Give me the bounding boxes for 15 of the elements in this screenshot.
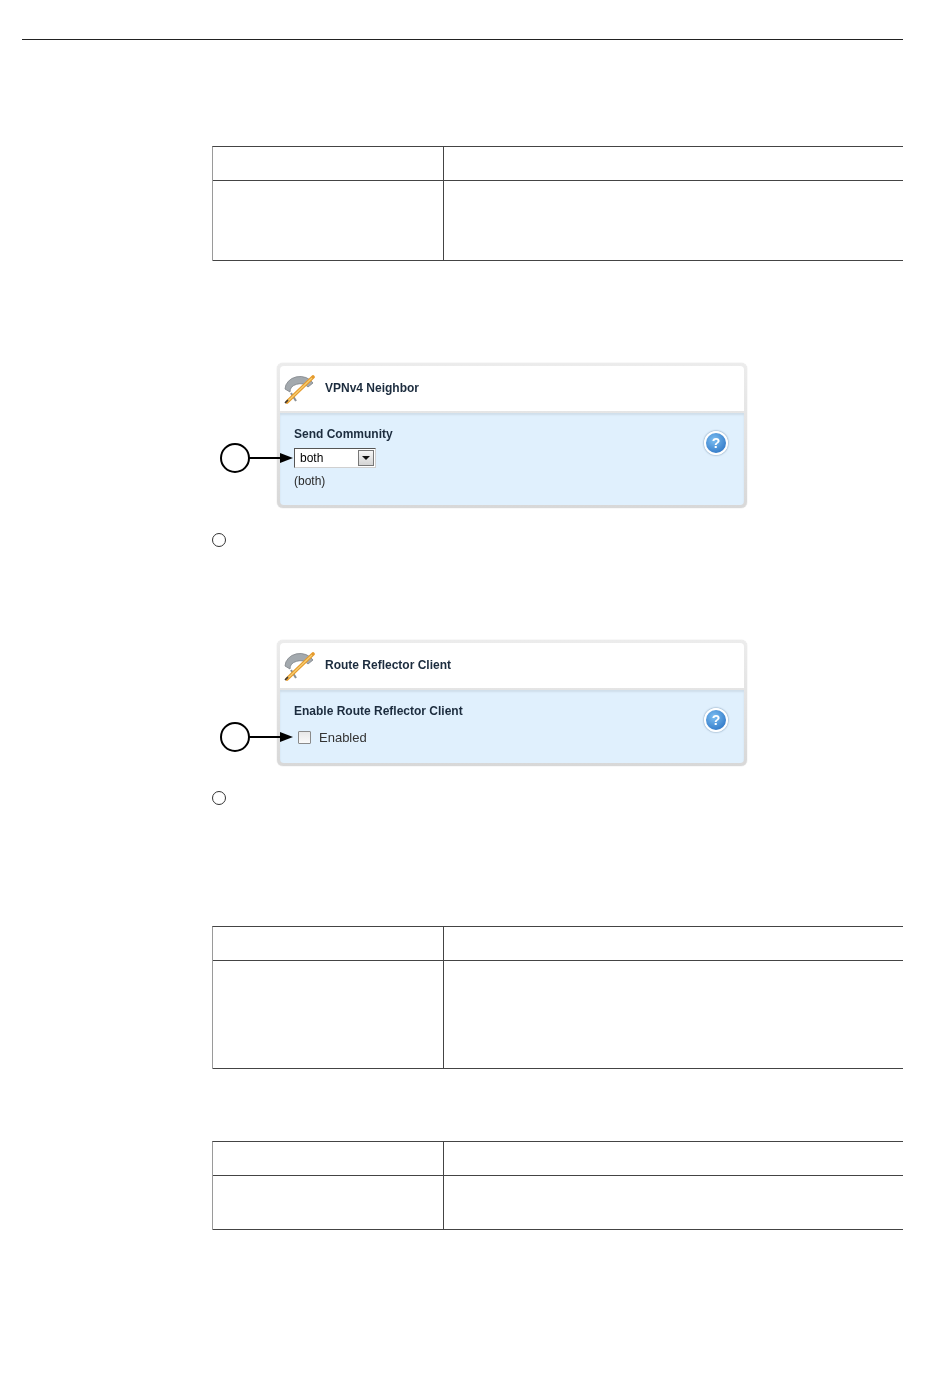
checkbox-label: Enabled [319, 729, 367, 745]
field-label: Enable Route Reflector Client [294, 704, 463, 719]
field-hint: (both) [294, 474, 326, 489]
caret-down-icon [358, 450, 374, 466]
help-button[interactable]: ? [704, 431, 728, 455]
select-dropdown[interactable]: both [294, 448, 376, 468]
panel-title: VPNv4 Neighbor [325, 381, 420, 396]
field-label: Send Community [294, 427, 393, 442]
pencil-protractor-icon [283, 373, 317, 404]
checkbox[interactable] [298, 730, 311, 744]
pencil-protractor-icon [283, 650, 317, 681]
help-button[interactable]: ? [704, 708, 728, 732]
panel-title: Route Reflector Client [325, 658, 451, 673]
callout-circle-arrow-icon [219, 721, 293, 753]
callout-circle-arrow-icon [219, 442, 293, 474]
